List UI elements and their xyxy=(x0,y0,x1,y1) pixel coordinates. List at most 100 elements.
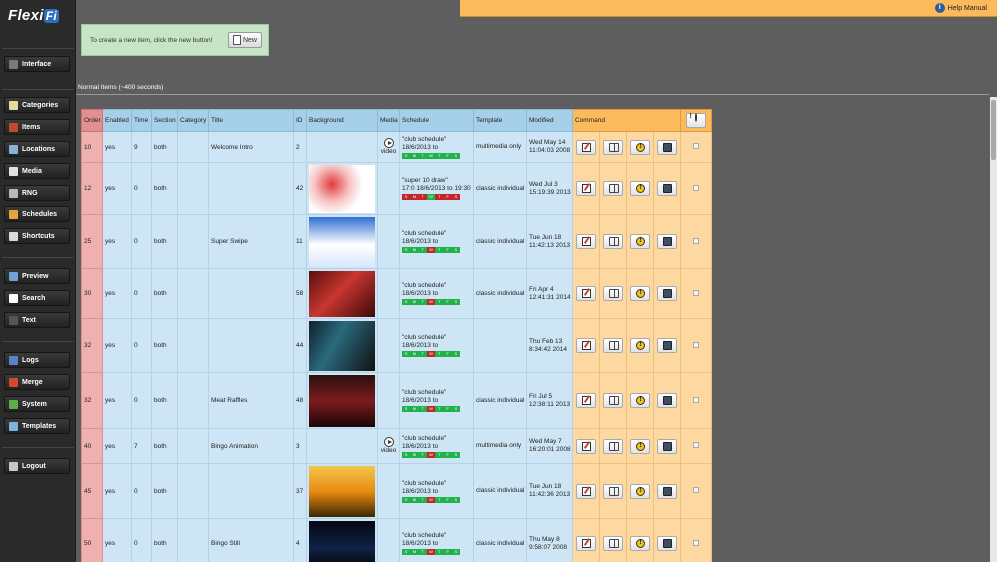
background-thumbnail[interactable] xyxy=(309,270,375,317)
sidebar-item-merge[interactable]: Merge xyxy=(4,374,70,390)
edit-button[interactable] xyxy=(576,139,596,155)
copy-button[interactable] xyxy=(603,536,623,551)
table-row[interactable]: 32 yes 0 both Meat Raffles 48 "club schedule" 1… xyxy=(81,372,713,429)
background-thumbnail[interactable] xyxy=(309,216,375,267)
background-thumbnail[interactable] xyxy=(309,374,375,427)
copy-button[interactable] xyxy=(603,438,623,454)
edit-button[interactable] xyxy=(576,438,596,454)
copy-icon xyxy=(609,237,619,246)
copy-button[interactable] xyxy=(603,234,623,249)
sidebar-item-templates[interactable]: Templates xyxy=(4,418,70,434)
edit-button[interactable] xyxy=(576,286,596,301)
scrollbar-thumb[interactable] xyxy=(991,100,996,160)
sidebar-item-locations[interactable]: Locations xyxy=(4,141,70,157)
background-thumbnail[interactable] xyxy=(309,164,375,213)
edit-button[interactable] xyxy=(576,338,596,353)
preview-button[interactable] xyxy=(657,181,678,196)
copy-button[interactable] xyxy=(603,393,623,408)
copy-button[interactable] xyxy=(603,181,623,196)
new-item-button[interactable]: New xyxy=(228,32,262,48)
preview-button[interactable] xyxy=(657,286,678,301)
table-row[interactable]: 10 yes 9 both Welcome Intro 2 video "club sched… xyxy=(81,131,713,163)
row-select-checkbox[interactable] xyxy=(693,237,700,244)
sidebar-item-interface[interactable]: Interface xyxy=(4,56,70,72)
table-row[interactable]: 40 yes 7 both Bingo Animation 3 video "club sch… xyxy=(81,428,713,464)
sidebar-item-schedules[interactable]: Schedules xyxy=(4,206,70,222)
warning-all-button[interactable] xyxy=(686,113,707,128)
header-order[interactable]: Order xyxy=(81,109,103,132)
sidebar-item-rng[interactable]: RNG xyxy=(4,185,70,201)
preview-button[interactable] xyxy=(657,483,678,499)
copy-button[interactable] xyxy=(603,139,623,155)
background-thumbnail[interactable] xyxy=(309,465,375,517)
header-id[interactable]: ID xyxy=(293,109,307,132)
row-select-checkbox[interactable] xyxy=(693,184,700,191)
warning-button[interactable] xyxy=(630,181,650,196)
warning-button[interactable] xyxy=(630,393,650,408)
video-icon[interactable] xyxy=(383,437,394,447)
preview-button[interactable] xyxy=(657,438,678,454)
row-select-checkbox[interactable] xyxy=(693,539,700,546)
table-row[interactable]: 45 yes 0 both 37 "club schedule" 18/6/2013 to S… xyxy=(81,463,713,519)
row-select-checkbox[interactable] xyxy=(693,442,700,448)
header-category[interactable]: Category xyxy=(177,109,209,132)
row-select-checkbox[interactable] xyxy=(693,396,700,403)
row-select-checkbox[interactable] xyxy=(693,487,700,493)
header-background[interactable]: Background xyxy=(306,109,378,132)
header-title[interactable]: Title xyxy=(208,109,294,132)
header-template[interactable]: Template xyxy=(473,109,527,132)
edit-button[interactable] xyxy=(576,536,596,551)
preview-button[interactable] xyxy=(657,393,678,408)
sidebar-item-system[interactable]: System xyxy=(4,396,70,412)
edit-button[interactable] xyxy=(576,181,596,196)
preview-button[interactable] xyxy=(657,234,678,249)
background-thumbnail[interactable] xyxy=(309,520,375,562)
sidebar-item-categories[interactable]: Categories xyxy=(4,97,70,113)
sidebar-item-logout[interactable]: Logout xyxy=(4,458,70,474)
monitor-icon xyxy=(663,341,673,350)
preview-button[interactable] xyxy=(657,139,678,155)
table-row[interactable]: 50 yes 0 both Bingo Still 4 "club schedule" 18/… xyxy=(81,518,713,562)
app-logo[interactable]: Flexi Fi xyxy=(8,7,59,24)
edit-button[interactable] xyxy=(576,483,596,499)
warning-button[interactable] xyxy=(630,139,650,155)
copy-button[interactable] xyxy=(603,483,623,499)
copy-button[interactable] xyxy=(603,286,623,301)
sidebar-item-preview[interactable]: Preview xyxy=(4,268,70,284)
header-enabled[interactable]: Enabled xyxy=(102,109,132,132)
header-modified[interactable]: Modified xyxy=(526,109,573,132)
edit-button[interactable] xyxy=(576,234,596,249)
sidebar-item-search[interactable]: Search xyxy=(4,290,70,306)
table-row[interactable]: 30 yes 0 both 58 "club schedule" 18/6/2013 to S… xyxy=(81,268,713,319)
header-media[interactable]: Media xyxy=(377,109,400,132)
warning-button[interactable] xyxy=(630,234,650,249)
cell-schedule: "club schedule" 18/6/2013 to S M T W T F S xyxy=(399,214,474,269)
row-select-checkbox[interactable] xyxy=(693,143,700,149)
preview-button[interactable] xyxy=(657,338,678,353)
video-icon[interactable] xyxy=(383,138,394,148)
header-section[interactable]: Section xyxy=(151,109,178,132)
table-row[interactable]: 12 yes 0 both 42 "super 10 draw" 17:0 18/6/201… xyxy=(81,162,713,215)
row-select-checkbox[interactable] xyxy=(693,341,700,348)
sidebar-item-items[interactable]: Items xyxy=(4,119,70,135)
header-time[interactable]: Time xyxy=(131,109,152,132)
row-select-checkbox[interactable] xyxy=(693,289,700,296)
preview-button[interactable] xyxy=(657,536,678,551)
table-row[interactable]: 25 yes 0 both Super Swipe 11 "club schedule" 18… xyxy=(81,214,713,269)
copy-button[interactable] xyxy=(603,338,623,353)
warning-button[interactable] xyxy=(630,338,650,353)
sidebar-item-media[interactable]: Media xyxy=(4,163,70,179)
sidebar-item-text[interactable]: Text xyxy=(4,312,70,328)
scrollbar-track[interactable] xyxy=(990,97,997,562)
background-thumbnail[interactable] xyxy=(309,320,375,371)
table-row[interactable]: 32 yes 0 both 44 "club schedule" 18/6/2013 to S… xyxy=(81,318,713,373)
warning-button[interactable] xyxy=(630,438,650,454)
edit-button[interactable] xyxy=(576,393,596,408)
warning-button[interactable] xyxy=(630,286,650,301)
help-manual-link[interactable]: i Help Manual xyxy=(934,3,987,13)
sidebar-item-shortcuts[interactable]: Shortcuts xyxy=(4,228,70,244)
warning-button[interactable] xyxy=(630,536,650,551)
sidebar-item-logs[interactable]: Logs xyxy=(4,352,70,368)
header-schedule[interactable]: Schedule xyxy=(399,109,474,132)
warning-button[interactable] xyxy=(630,483,650,499)
